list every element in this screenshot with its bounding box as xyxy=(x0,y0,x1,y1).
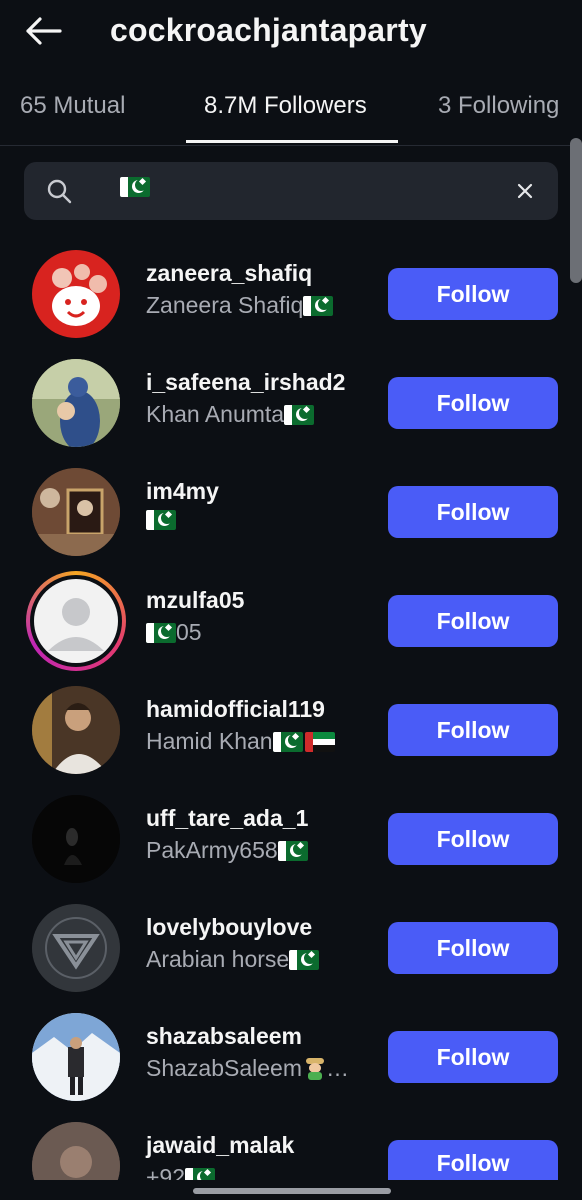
home-indicator[interactable] xyxy=(193,1188,391,1194)
default-profile-icon xyxy=(34,579,118,663)
display-name-text: ShazabSaleem xyxy=(146,1055,302,1081)
display-name: ShazabSaleem … xyxy=(146,1055,349,1082)
avatar[interactable] xyxy=(32,468,120,556)
follow-button[interactable]: Follow xyxy=(388,1031,558,1083)
display-name xyxy=(146,510,176,530)
username: i_safeena_irshad2 xyxy=(146,369,346,395)
avatar[interactable] xyxy=(32,250,120,338)
username: mzulfa05 xyxy=(146,587,245,613)
avatar[interactable] xyxy=(32,904,120,992)
follow-button[interactable]: Follow xyxy=(388,922,558,974)
pakistan-flag-icon xyxy=(272,731,303,752)
username: zaneera_shafiq xyxy=(146,260,313,286)
follow-button[interactable]: Follow xyxy=(388,704,558,756)
header: cockroachjantaparty xyxy=(0,0,582,62)
username: jawaid_malak xyxy=(146,1132,295,1158)
pakistan-flag-icon xyxy=(120,177,150,197)
list-item[interactable]: mzulfa05 05 Follow xyxy=(0,567,582,676)
search-input[interactable] xyxy=(120,177,150,200)
list-item[interactable]: hamidofficial119 Hamid Khan Follow xyxy=(0,676,582,785)
username: shazabsaleem xyxy=(146,1023,302,1049)
followers-screen: cockroachjantaparty 65 Mutual 8.7M Follo… xyxy=(0,0,582,1200)
username: hamidofficial119 xyxy=(146,696,325,722)
farmer-emoji-icon xyxy=(304,1057,326,1080)
avatar[interactable] xyxy=(32,686,120,774)
list-item[interactable]: shazabsaleem ShazabSaleem … Follow xyxy=(0,1003,582,1112)
follow-button[interactable]: Follow xyxy=(388,268,558,320)
display-name: Khan Anumta xyxy=(146,401,315,428)
close-icon xyxy=(517,183,533,199)
list-item[interactable]: zaneera_shafiq Zaneera Shafiq Follow xyxy=(0,240,582,349)
back-button[interactable] xyxy=(22,10,64,52)
display-name-text: Zaneera Shafiq xyxy=(146,292,304,318)
display-name: Arabian horse xyxy=(146,946,320,973)
pakistan-flag-icon xyxy=(146,622,176,643)
display-name: 05 xyxy=(146,619,202,646)
display-name-text: PakArmy658 xyxy=(146,837,278,863)
follow-button[interactable]: Follow xyxy=(388,377,558,429)
active-tab-indicator xyxy=(186,140,398,143)
search-field[interactable] xyxy=(24,162,558,220)
display-name-text: 05 xyxy=(176,619,202,645)
arrow-left-icon xyxy=(26,17,62,45)
list-item[interactable]: im4my Follow xyxy=(0,458,582,567)
follow-button[interactable]: Follow xyxy=(388,595,558,647)
tab-bar: 65 Mutual 8.7M Followers 3 Following xyxy=(0,84,582,146)
follow-button[interactable]: Follow xyxy=(388,486,558,538)
follow-button[interactable]: Follow xyxy=(388,813,558,865)
tab-mutual[interactable]: 65 Mutual xyxy=(20,92,125,120)
pakistan-flag-icon xyxy=(303,295,334,316)
clear-search-button[interactable] xyxy=(512,178,538,204)
tab-followers[interactable]: 8.7M Followers xyxy=(204,92,367,120)
pakistan-flag-icon xyxy=(289,949,320,970)
story-ring-avatar[interactable] xyxy=(26,571,126,671)
username: im4my xyxy=(146,478,219,504)
pakistan-flag-icon xyxy=(146,510,176,530)
list-item[interactable]: lovelybouylove Arabian horse Follow xyxy=(0,894,582,1003)
tab-following[interactable]: 3 Following xyxy=(438,92,559,120)
display-name: Zaneera Shafiq xyxy=(146,292,334,319)
pakistan-flag-icon xyxy=(277,840,308,861)
truncation-ellipsis: … xyxy=(326,1055,349,1081)
list-item[interactable]: i_safeena_irshad2 Khan Anumta Follow xyxy=(0,349,582,458)
list-item[interactable]: uff_tare_ada_1 PakArmy658 Follow xyxy=(0,785,582,894)
username: uff_tare_ada_1 xyxy=(146,805,309,831)
display-name: PakArmy658 xyxy=(146,837,308,864)
display-name-text: Khan Anumta xyxy=(146,401,285,427)
avatar[interactable] xyxy=(32,359,120,447)
avatar[interactable] xyxy=(32,1013,120,1101)
uae-flag-icon xyxy=(304,731,335,752)
display-name-text: Hamid Khan xyxy=(146,728,273,754)
username: lovelybouylove xyxy=(146,914,313,940)
display-name-text: Arabian horse xyxy=(146,946,290,972)
search-icon xyxy=(47,179,72,204)
page-title: cockroachjantaparty xyxy=(110,12,427,48)
pakistan-flag-icon xyxy=(284,404,315,425)
display-name: Hamid Khan xyxy=(146,728,335,755)
avatar[interactable] xyxy=(32,795,120,883)
